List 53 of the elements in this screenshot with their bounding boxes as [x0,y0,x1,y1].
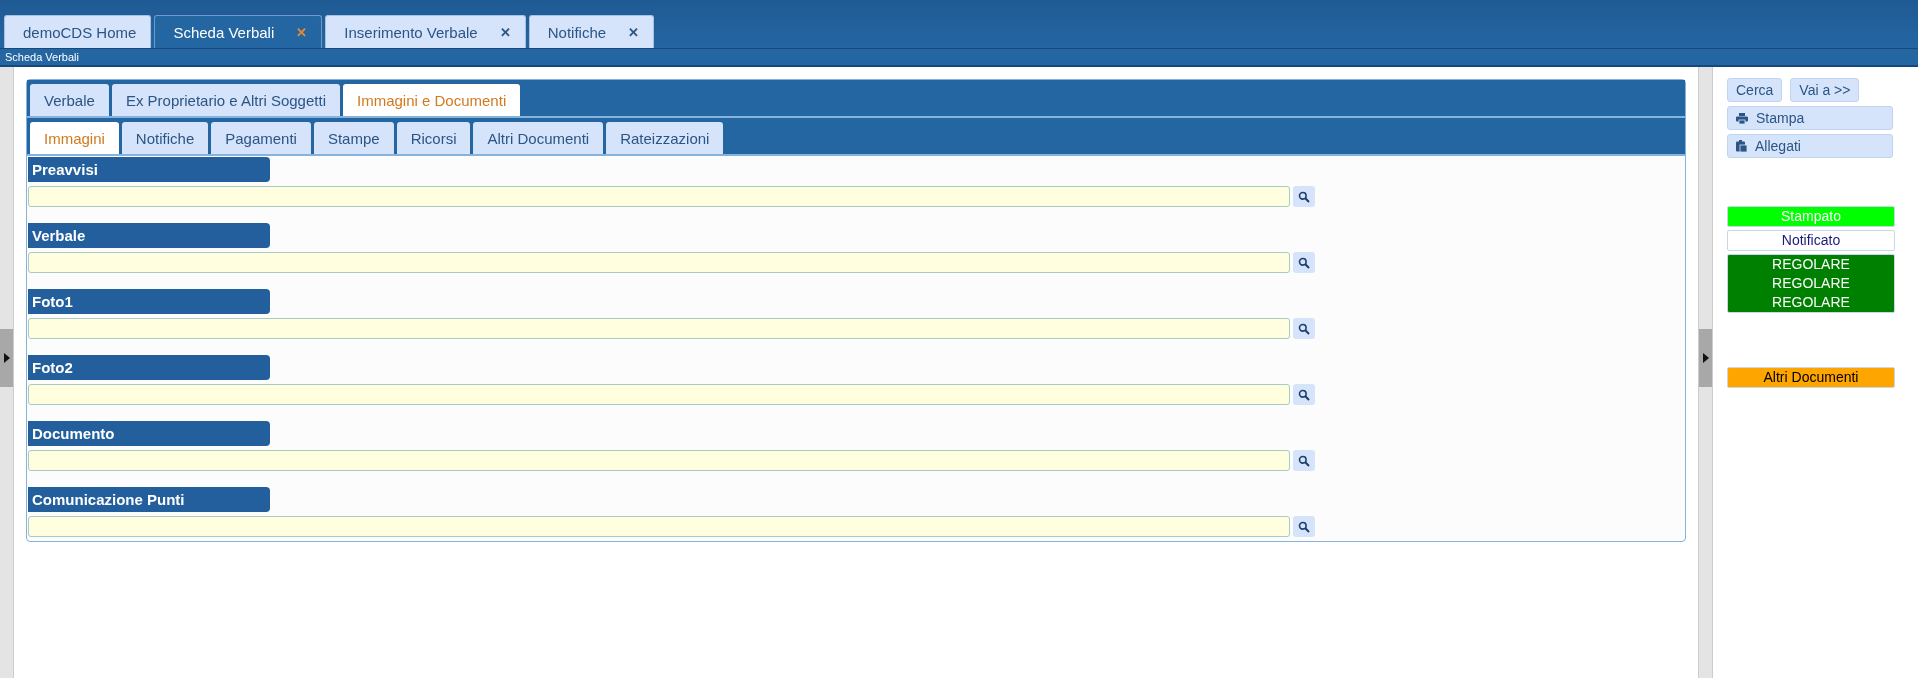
collapse-handle[interactable] [0,328,13,387]
search-button[interactable] [1293,186,1315,207]
section-label: Foto1 [28,289,270,314]
tab[interactable]: Pagamenti [211,122,311,154]
input-field[interactable] [28,186,1290,207]
section-label: Verbale [28,223,270,248]
close-icon[interactable]: ✕ [628,24,640,40]
tab[interactable]: Verbale [30,84,109,116]
tab[interactable]: Ex Proprietario e Altri Soggetti [111,84,340,116]
input-field[interactable] [28,516,1290,537]
printer-icon [1736,112,1748,124]
input-field[interactable] [28,384,1290,405]
input-field[interactable] [28,318,1290,339]
search-button[interactable] [1293,516,1315,537]
section-label: Comunicazione Punti [28,487,270,512]
collapse-handle[interactable] [1699,328,1712,387]
search-button[interactable] [1293,384,1315,405]
tab[interactable]: Notifiche [121,122,209,154]
tab[interactable]: Immagini e Documenti [343,84,521,116]
search-icon [1298,322,1310,335]
status-badge: Stampato [1727,206,1895,227]
section-label: Foto2 [28,355,270,380]
tab[interactable]: Altri Documenti [473,122,604,154]
tab[interactable]: Immagini [30,122,119,154]
input-field[interactable] [28,252,1290,273]
search-icon [1298,454,1310,467]
status-badge: Notificato [1727,230,1895,251]
status-badge: REGOLARE REGOLARE REGOLARE [1727,254,1895,313]
input-field[interactable] [28,450,1290,471]
window-tab[interactable]: Notifiche ✕ [528,15,655,48]
tab[interactable]: Stampe [313,122,394,154]
action-button[interactable]: Allegati [1727,134,1893,158]
section-label: Preavvisi [28,157,270,182]
status-badge: Altri Documenti [1727,367,1895,388]
search-icon [1298,190,1310,203]
window-tab[interactable]: Scheda Verbali ✕ [154,15,323,48]
window-tab[interactable]: demoCDS Home [4,15,152,48]
close-icon[interactable]: ✕ [499,24,511,40]
action-button[interactable]: Cerca [1727,78,1783,102]
tab[interactable]: Ricorsi [396,122,471,154]
search-button[interactable] [1293,318,1315,339]
action-button[interactable]: Stampa [1727,106,1893,130]
search-icon [1298,388,1310,401]
window-tab[interactable]: Inserimento Verbale ✕ [325,15,526,48]
action-button[interactable]: Vai a >> [1790,78,1860,102]
clipboard-icon [1736,140,1747,152]
section-label: Documento [28,421,270,446]
search-button[interactable] [1293,252,1315,273]
search-icon [1298,256,1310,269]
search-button[interactable] [1293,450,1315,471]
page-title: Scheda Verbali [4,51,79,63]
search-icon [1298,520,1310,533]
tab[interactable]: Rateizzazioni [606,122,724,154]
